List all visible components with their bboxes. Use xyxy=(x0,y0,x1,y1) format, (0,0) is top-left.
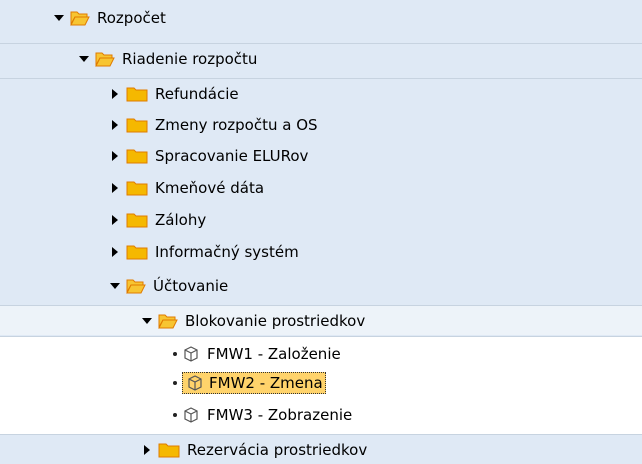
node-label: Kmeňové dáta xyxy=(155,179,265,197)
folder-icon xyxy=(126,180,148,196)
node-label: FMW3 - Zobrazenie xyxy=(207,406,353,424)
expand-toggle[interactable] xyxy=(108,149,122,163)
expand-toggle[interactable] xyxy=(108,245,122,259)
expand-toggle[interactable] xyxy=(108,87,122,101)
bullet-icon xyxy=(173,352,177,356)
tree-node-refundacie[interactable]: Refundácie xyxy=(0,78,642,108)
node-label: Zmeny rozpočtu a OS xyxy=(155,116,318,134)
node-label: Refundácie xyxy=(155,84,239,103)
tree-node-riadenie-rozpoctu[interactable]: Riadenie rozpočtu xyxy=(0,43,642,73)
folder-icon xyxy=(126,86,148,102)
tree-node-zmeny-rozpoctu[interactable]: Zmeny rozpočtu a OS xyxy=(0,110,642,140)
expand-toggle[interactable] xyxy=(108,118,122,132)
node-label: Rezervácia prostriedkov xyxy=(187,440,368,459)
expand-toggle[interactable] xyxy=(77,52,91,66)
folder-open-icon xyxy=(70,10,90,26)
tree-node-blokovanie[interactable]: Blokovanie prostriedkov xyxy=(0,305,642,335)
folder-icon xyxy=(126,148,148,164)
node-label: FMW1 - Založenie xyxy=(207,345,341,363)
folder-icon xyxy=(126,212,148,228)
bullet-icon xyxy=(173,381,177,385)
folder-icon xyxy=(126,244,148,260)
tree-leaf-fmw1[interactable]: FMW1 - Založenie xyxy=(0,339,642,369)
tree-node-kmenove-data[interactable]: Kmeňové dáta xyxy=(0,173,642,203)
cube-icon xyxy=(182,345,200,363)
node-label: Rozpočet xyxy=(97,9,166,27)
expand-toggle[interactable] xyxy=(52,11,66,25)
tree-leaf-fmw3[interactable]: FMW3 - Zobrazenie xyxy=(0,400,642,430)
node-label: FMW2 - Zmena xyxy=(207,372,326,394)
node-label: Účtovanie xyxy=(153,277,229,295)
folder-icon xyxy=(158,442,180,458)
expand-toggle[interactable] xyxy=(108,181,122,195)
bullet-icon xyxy=(173,413,177,417)
folder-open-icon xyxy=(95,51,115,67)
node-label: Informačný systém xyxy=(155,243,299,261)
folder-icon xyxy=(126,117,148,133)
tree-node-uctovanie[interactable]: Účtovanie xyxy=(0,271,642,301)
tree-node-zalohy[interactable]: Zálohy xyxy=(0,205,642,235)
tree-leaf-fmw2[interactable]: FMW2 - Zmena xyxy=(0,368,642,398)
node-label: Spracovanie ELURov xyxy=(155,147,309,165)
node-label: Zálohy xyxy=(155,211,207,229)
folder-open-icon xyxy=(158,313,178,329)
expand-toggle[interactable] xyxy=(140,314,154,328)
cube-icon xyxy=(182,406,200,424)
tree-node-rozpocet[interactable]: Rozpočet xyxy=(0,3,642,33)
expand-toggle[interactable] xyxy=(108,213,122,227)
tree-node-rezervacia[interactable]: Rezervácia prostriedkov xyxy=(0,434,642,464)
node-label: Blokovanie prostriedkov xyxy=(185,311,366,330)
cube-icon xyxy=(182,372,207,394)
tree-node-spracovanie-elurov[interactable]: Spracovanie ELURov xyxy=(0,141,642,171)
expand-toggle[interactable] xyxy=(140,443,154,457)
tree-node-informacny-system[interactable]: Informačný systém xyxy=(0,237,642,267)
node-label: Riadenie rozpočtu xyxy=(122,49,258,68)
expand-toggle[interactable] xyxy=(108,279,122,293)
folder-open-icon xyxy=(126,278,146,294)
